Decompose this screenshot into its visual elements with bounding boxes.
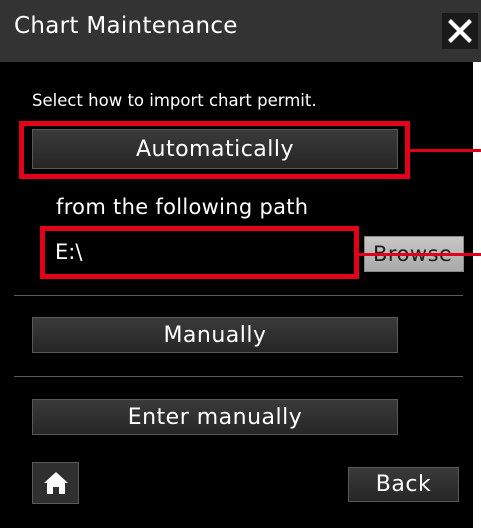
browse-button-label: Browse xyxy=(373,242,453,266)
close-button[interactable] xyxy=(442,13,478,49)
close-icon xyxy=(448,19,472,43)
path-caption: from the following path xyxy=(56,195,309,219)
divider xyxy=(14,295,463,296)
automatically-button-label: Automatically xyxy=(135,136,295,162)
import-path-value: E:\ xyxy=(55,240,83,264)
home-button[interactable] xyxy=(32,462,79,504)
manually-button[interactable]: Manually xyxy=(32,317,398,353)
chart-maintenance-window: Chart Maintenance Select how to import c… xyxy=(0,0,481,528)
home-icon xyxy=(43,472,68,494)
back-button[interactable]: Back xyxy=(348,467,459,502)
manually-button-label: Manually xyxy=(163,322,267,348)
back-button-label: Back xyxy=(375,472,432,497)
dialog-title: Chart Maintenance xyxy=(14,13,238,39)
browse-button[interactable]: Browse xyxy=(364,236,464,272)
enter-manually-button-label: Enter manually xyxy=(127,404,303,430)
import-path-field[interactable]: E:\ xyxy=(45,231,359,275)
enter-manually-button[interactable]: Enter manually xyxy=(32,399,398,435)
instruction-text: Select how to import chart permit. xyxy=(32,91,317,110)
title-bar: Chart Maintenance xyxy=(0,0,481,62)
divider xyxy=(14,376,463,377)
automatically-button[interactable]: Automatically xyxy=(32,129,398,169)
